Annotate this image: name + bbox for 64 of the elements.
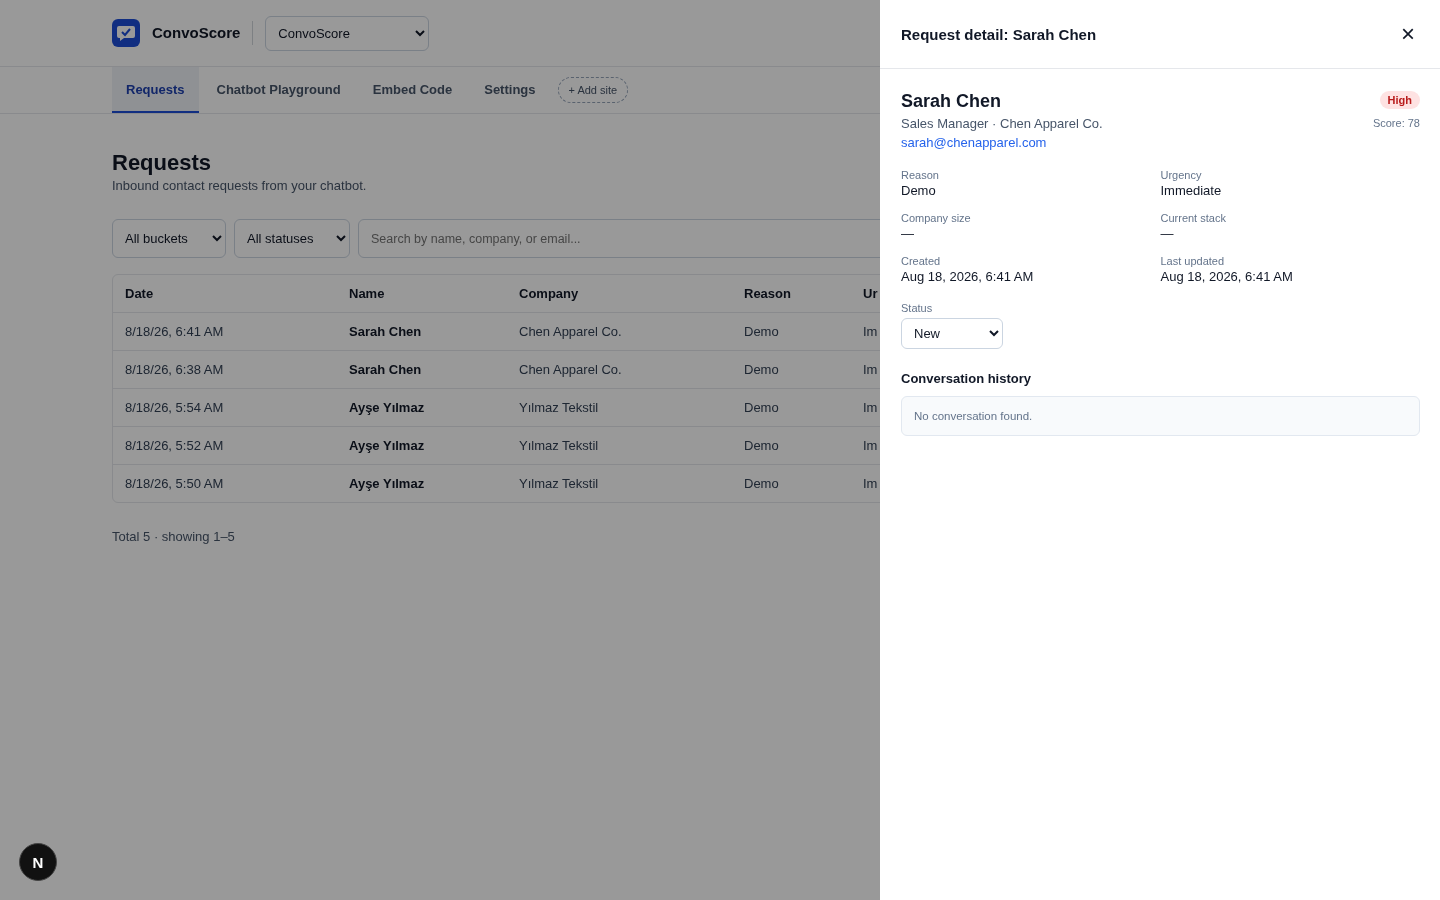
nav-tab[interactable]: Chatbot Playground: [202, 67, 355, 113]
field-value: Aug 18, 2026, 6:41 AM: [1160, 269, 1294, 284]
table-cell: Demo: [744, 362, 779, 377]
status-filter-select[interactable]: All statuses: [234, 219, 350, 258]
table-cell: Sarah Chen: [349, 324, 422, 339]
field-label: Status: [901, 302, 934, 314]
table-cell: 8/18/26, 5:50 AM: [125, 476, 224, 491]
table-cell: Ayşe Yılmaz: [349, 438, 425, 453]
field-value: Immediate: [1160, 183, 1223, 198]
column-header: Ur: [863, 286, 878, 301]
column-header: Company: [519, 286, 579, 301]
table-cell: Demo: [744, 400, 779, 415]
brand-name: ConvoScore: [152, 21, 254, 45]
nav-tab[interactable]: Settings: [470, 67, 550, 113]
field-value: —: [901, 226, 915, 241]
priority-badge: High: [1379, 91, 1420, 109]
table-cell: Yılmaz Tekstil: [519, 400, 599, 415]
table-cell: Demo: [744, 438, 779, 453]
column-header: Date: [125, 286, 154, 301]
bucket-select[interactable]: All buckets: [112, 219, 226, 258]
field-label: Last updated: [1160, 255, 1226, 267]
score-text: Score: 78: [1372, 117, 1420, 129]
table-cell: Demo: [744, 324, 779, 339]
table-cell: 8/18/26, 5:52 AM: [125, 438, 224, 453]
drawer-title: Request detail: Sarah Chen: [901, 25, 1097, 43]
table-cell: 8/18/26, 5:54 AM: [125, 400, 224, 415]
table-cell: Ayşe Yılmaz: [349, 476, 425, 491]
field-value: Aug 18, 2026, 6:41 AM: [901, 269, 1035, 284]
table-cell: Yılmaz Tekstil: [519, 438, 599, 453]
close-button[interactable]: ×: [1397, 22, 1419, 46]
field-value: Demo: [901, 183, 937, 198]
contact-role: Sales Manager · Chen Apparel Co.: [901, 116, 1103, 131]
table-cell: 8/18/26, 6:38 AM: [125, 362, 224, 377]
table-cell: Demo: [744, 476, 779, 491]
table-cell: Sarah Chen: [349, 362, 422, 377]
page-title: Requests: [112, 150, 212, 176]
field-label: Created: [901, 255, 942, 267]
table-cell: Chen Apparel Co.: [519, 324, 622, 339]
table-cell: Yılmaz Tekstil: [519, 476, 599, 491]
nav-tab[interactable]: Embed Code: [358, 67, 467, 113]
status-select[interactable]: New: [901, 318, 1003, 349]
column-header: Name: [349, 286, 385, 301]
page-subtitle: Inbound contact requests from your chatbot.: [112, 178, 367, 193]
table-cell: Im: [863, 324, 878, 339]
table-cell: Im: [863, 362, 878, 377]
section-title: Conversation history: [901, 371, 1033, 386]
table-cell: Im: [863, 476, 878, 491]
field-label: Urgency: [1160, 169, 1203, 181]
table-cell: Im: [863, 400, 878, 415]
empty-history-message: No conversation found.: [901, 396, 1420, 436]
table-cell: Ayşe Yılmaz: [349, 400, 425, 415]
field-label: Reason: [901, 169, 940, 181]
field-value: —: [1160, 226, 1175, 241]
table-cell: 8/18/26, 6:41 AM: [125, 324, 224, 339]
table-cell: Chen Apparel Co.: [519, 362, 622, 377]
pagination-summary: Total 5 · showing 1–5: [112, 529, 236, 544]
column-header: Reason: [744, 286, 791, 301]
site-select[interactable]: ConvoScore: [265, 15, 430, 51]
table-cell: Im: [863, 438, 878, 453]
email-link[interactable]: sarah@chenapparel.com: [901, 135, 1047, 150]
contact-name: Sarah Chen: [901, 91, 1003, 112]
dev-tools-badge[interactable]: N: [19, 843, 57, 881]
nav-tab[interactable]: Requests: [112, 67, 199, 113]
chat-check-logo-icon: [112, 19, 140, 47]
